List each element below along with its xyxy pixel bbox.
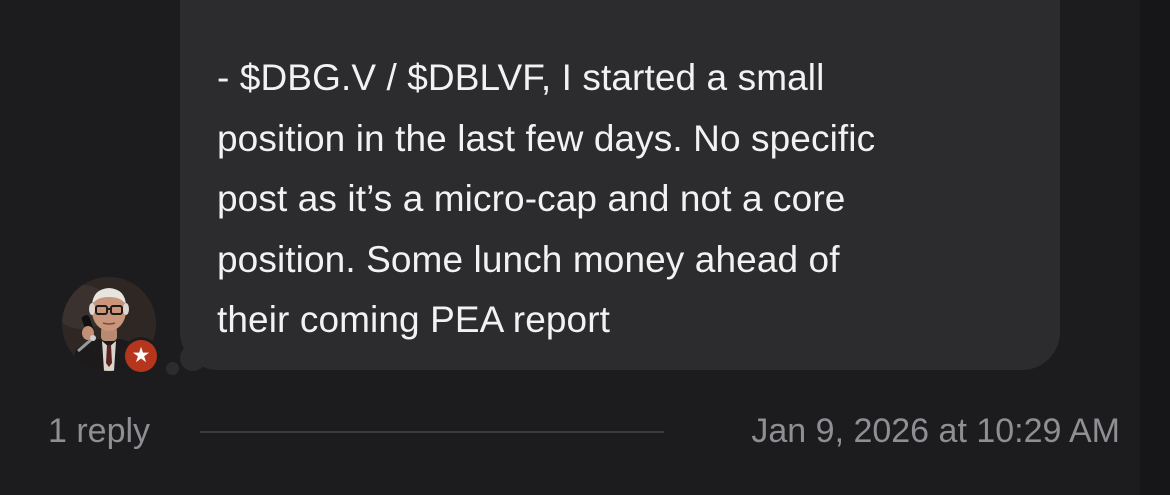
chat-thread-view: - $DBG.V / $DBLVF, I started a small pos… — [0, 0, 1170, 495]
right-edge-strip — [1140, 0, 1170, 495]
message-timestamp: Jan 9, 2026 at 10:29 AM — [751, 412, 1120, 450]
message-bubble-tail — [180, 345, 206, 371]
author-badge: ★ — [122, 337, 160, 375]
message-text: - $DBG.V / $DBLVF, I started a small pos… — [217, 57, 876, 340]
footer-divider — [200, 431, 664, 433]
message-bubble-tail-dot — [166, 362, 179, 375]
reply-count-link[interactable]: 1 reply — [48, 410, 150, 452]
star-icon: ★ — [125, 340, 157, 372]
